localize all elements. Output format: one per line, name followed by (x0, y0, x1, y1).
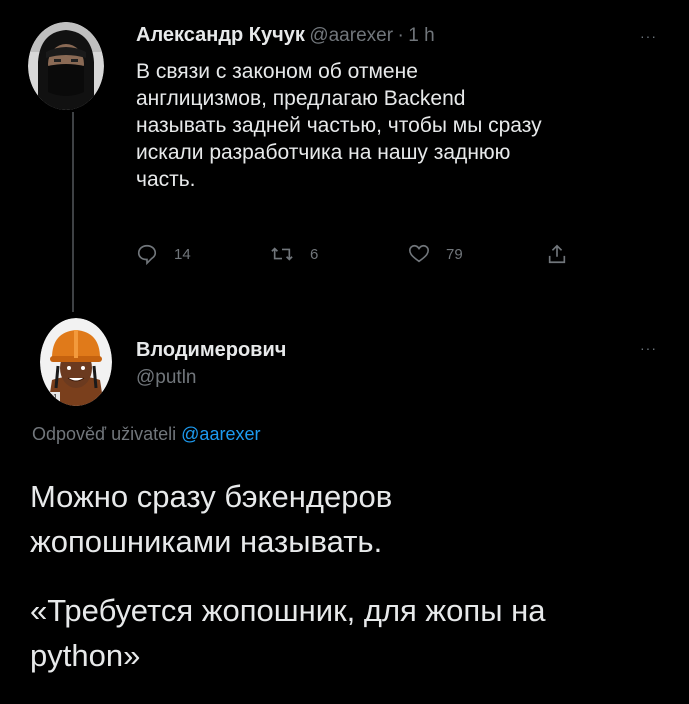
author-handle[interactable]: @putln (136, 367, 197, 389)
reply-prefix: Odpověď uživateli (32, 424, 177, 444)
reply-icon (137, 244, 157, 265)
more-options-icon[interactable]: ··· (640, 28, 657, 44)
tweet-text-line: называть задней частью, чтобы мы сразу (136, 114, 542, 137)
reply-to-link[interactable]: @aarexer (181, 424, 260, 444)
hooded-person-avatar-icon (28, 22, 104, 110)
tweet-text: В связи с законом об отмене англицизмов,… (136, 58, 666, 193)
tweet-header: Александр Кучук @aarexer · 1 h (136, 24, 435, 47)
reply-paragraph-1: Можно сразу бэкендеров жопошниками назыв… (30, 474, 670, 564)
tweet-time[interactable]: 1 h (408, 25, 434, 46)
reply-text-line: python» (30, 638, 141, 673)
author-handle[interactable]: @aarexer (309, 25, 393, 46)
reply-button[interactable]: 14 (136, 243, 191, 265)
retweet-icon (271, 247, 293, 261)
thread-connector-line (72, 112, 74, 312)
reply-text-line: жопошниками называть. (30, 524, 383, 559)
like-button[interactable]: 79 (408, 243, 463, 265)
reply-text-line: Можно сразу бэкендеров (30, 479, 393, 514)
tweet-text-line: искали разработчика на нашу заднюю (136, 141, 511, 164)
retweet-button[interactable]: 6 (270, 243, 318, 265)
hardhat-person-avatar-icon: 21 (40, 318, 112, 406)
like-count: 79 (446, 245, 463, 263)
reply-context: Odpověď uživateli @aarexer (32, 424, 260, 445)
tweet-text-line: англицизмов, предлагаю Backend (136, 87, 466, 110)
share-button[interactable] (546, 243, 584, 265)
time-separator: · (397, 25, 404, 46)
avatar[interactable] (28, 22, 104, 110)
author-name[interactable]: Александр Кучук (136, 24, 305, 46)
author-name[interactable]: Влодимерович (136, 339, 286, 362)
share-icon (548, 244, 566, 264)
avatar-badge: 21 (49, 393, 58, 402)
tweet-actions: 14 6 79 (136, 243, 606, 273)
tweet-text-line: В связи с законом об отмене (136, 60, 418, 83)
reply-count: 14 (174, 245, 191, 263)
retweet-count: 6 (310, 245, 319, 263)
reply-text-line: «Требуется жопошник, для жопы на (30, 593, 546, 628)
reply-paragraph-2: «Требуется жопошник, для жопы на python» (30, 588, 670, 678)
tweet-text-line: часть. (136, 168, 196, 191)
more-options-icon[interactable]: ··· (640, 340, 657, 356)
heart-icon (409, 244, 429, 263)
avatar[interactable]: 21 (40, 318, 112, 406)
